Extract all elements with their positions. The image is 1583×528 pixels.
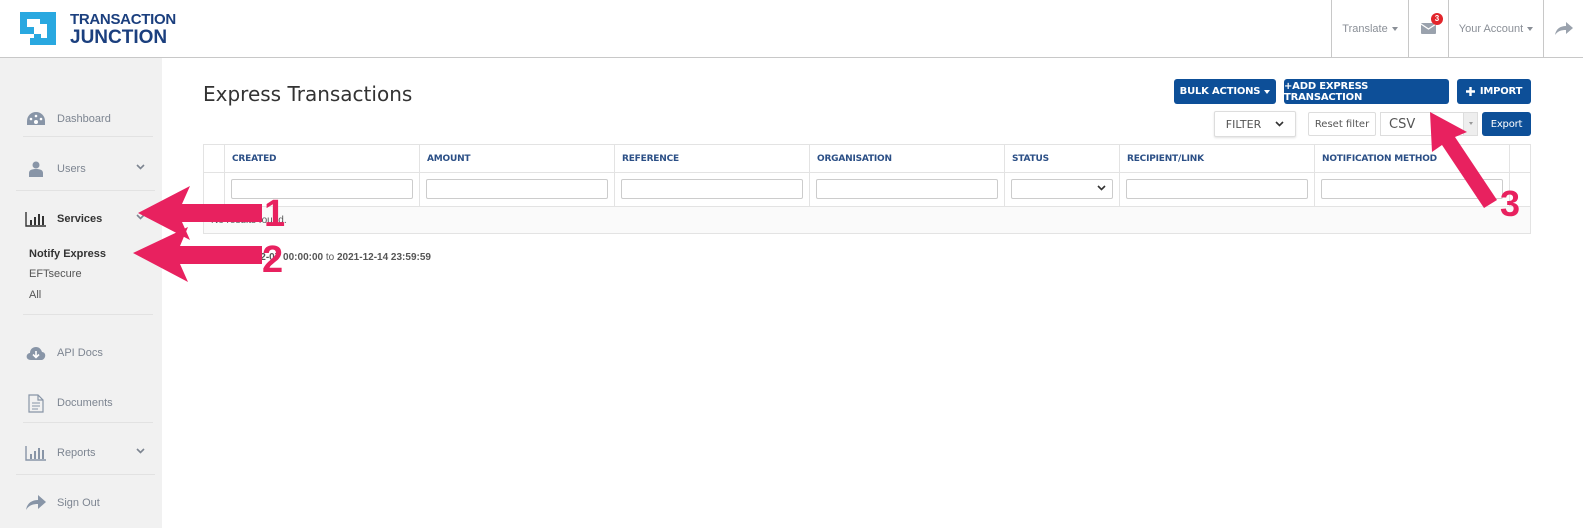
chevron-down-icon [136, 214, 145, 220]
import-button[interactable]: IMPORT [1457, 79, 1531, 104]
column-header-organisation[interactable]: ORGANISATION [810, 145, 1005, 172]
account-dropdown[interactable]: Your Account [1448, 0, 1543, 57]
filter-cell [615, 173, 810, 206]
column-header-created[interactable]: CREATED [225, 145, 420, 172]
cloud-download-icon [25, 343, 47, 363]
chevron-down-icon [136, 448, 145, 454]
grid-header-row: CREATED AMOUNT REFERENCE ORGANISATION ST… [204, 145, 1530, 173]
sidebar-item-documents[interactable]: Documents [25, 388, 155, 418]
chevron-down-icon [1097, 185, 1106, 191]
sidebar-divider [23, 314, 153, 315]
organisation-filter-input[interactable] [816, 179, 998, 199]
messages-button[interactable]: 3 [1408, 0, 1448, 57]
chevron-down-icon [136, 164, 145, 170]
reset-filter-button[interactable]: Reset filter [1308, 112, 1376, 136]
filter-cell [1120, 173, 1315, 206]
column-header-notification-method[interactable]: NOTIFICATION METHOD [1315, 145, 1510, 172]
grid-select-column [204, 145, 225, 172]
translate-dropdown[interactable]: Translate [1331, 0, 1408, 57]
sidebar: Dashboard Users Services Notify Express … [0, 58, 162, 528]
logo[interactable]: TRANSACTION JUNCTION [16, 4, 176, 54]
filter-cell [1315, 173, 1510, 206]
filter-cell [810, 173, 1005, 206]
top-bar: TRANSACTION JUNCTION Translate 3 Your Ac… [0, 0, 1583, 58]
caret-down-icon [1527, 26, 1534, 31]
logout-button[interactable] [1543, 0, 1583, 57]
filter-dropdown[interactable]: FILTER [1214, 111, 1296, 137]
plus-icon [1465, 87, 1475, 96]
sidebar-item-users[interactable]: Users [25, 154, 155, 184]
grid-select-column [204, 173, 225, 206]
share-arrow-icon [1554, 21, 1573, 35]
chevron-down-icon [1275, 121, 1284, 127]
date-range-text: From 2021-12-07 00:00:00 to 2021-12-14 2… [203, 252, 431, 263]
select-arrow-icon [1463, 113, 1477, 135]
sidebar-divider [16, 474, 155, 475]
main-content: Express Transactions BULK ACTIONS +ADD E… [162, 58, 1583, 528]
dashboard-icon [25, 109, 47, 129]
sidebar-divider [23, 422, 153, 423]
logo-mark-icon [20, 12, 56, 45]
top-nav: Translate 3 Your Account [1331, 0, 1583, 57]
sidebar-subitem-all[interactable]: All [29, 289, 41, 301]
no-results-message: No results found. [211, 215, 287, 226]
filter-cell [225, 173, 420, 206]
amount-filter-input[interactable] [426, 179, 608, 199]
bar-chart-icon [25, 209, 47, 229]
sidebar-divider [23, 136, 153, 137]
transactions-grid: CREATED AMOUNT REFERENCE ORGANISATION ST… [203, 144, 1531, 234]
user-icon [25, 159, 47, 179]
column-header-amount[interactable]: AMOUNT [420, 145, 615, 172]
grid-body [204, 207, 1530, 233]
sidebar-item-api-docs[interactable]: API Docs [25, 338, 155, 368]
sidebar-item-services[interactable]: Services [25, 204, 155, 234]
bar-chart-icon [25, 443, 47, 463]
document-icon [25, 393, 47, 413]
sidebar-divider [16, 190, 155, 191]
bulk-actions-button[interactable]: BULK ACTIONS [1174, 79, 1276, 104]
created-filter-input[interactable] [231, 179, 413, 199]
sidebar-subitem-notify-express[interactable]: Notify Express [29, 248, 106, 260]
sidebar-item-sign-out[interactable]: Sign Out [25, 488, 155, 518]
export-format-select[interactable]: CSV [1380, 112, 1478, 136]
grid-filter-row [204, 173, 1530, 207]
sidebar-item-reports[interactable]: Reports [25, 438, 155, 468]
sidebar-subitem-eftsecure[interactable]: EFTsecure [29, 268, 82, 280]
envelope-icon [1421, 23, 1436, 34]
filter-cell [1005, 173, 1120, 206]
brand-name: TRANSACTION JUNCTION [70, 10, 176, 48]
export-button[interactable]: Export [1482, 112, 1531, 136]
status-filter-select[interactable] [1011, 179, 1113, 199]
page-title: Express Transactions [203, 82, 413, 106]
column-header-recipient-link[interactable]: RECIPIENT/LINK [1120, 145, 1315, 172]
column-header-status[interactable]: STATUS [1005, 145, 1120, 172]
reference-filter-input[interactable] [621, 179, 803, 199]
add-express-transaction-button[interactable]: +ADD EXPRESS TRANSACTION [1284, 79, 1449, 104]
caret-down-icon [1264, 89, 1271, 94]
sidebar-item-dashboard[interactable]: Dashboard [25, 104, 155, 134]
notification-badge: 3 [1431, 13, 1443, 25]
filter-cell [420, 173, 615, 206]
share-arrow-icon [25, 493, 47, 513]
caret-down-icon [1391, 26, 1398, 31]
column-header-reference[interactable]: REFERENCE [615, 145, 810, 172]
notification-method-filter-input[interactable] [1321, 179, 1503, 199]
recipient-filter-input[interactable] [1126, 179, 1308, 199]
